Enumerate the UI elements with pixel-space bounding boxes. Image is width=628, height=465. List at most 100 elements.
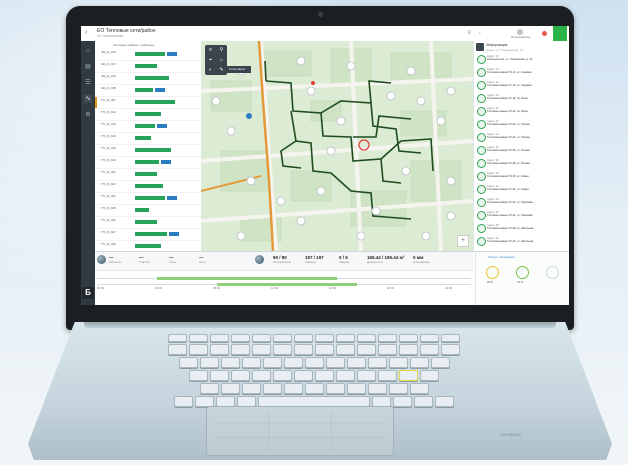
stat-item: 165.44 / 165.44 м³ Длина сети [367, 255, 404, 264]
map-tool-icon[interactable]: ⚲ [216, 45, 227, 55]
list-item[interactable]: ЭЦ_01_017 [95, 61, 201, 73]
info-panel: Информация Адрес: ул. Ломоносова, 12 Адр… [473, 41, 569, 251]
key [220, 357, 240, 368]
info-list-item[interactable]: Адрес: 22 Тепловая камера ТК-22, ул. Лесн… [474, 118, 569, 131]
key [199, 357, 219, 368]
heat-pipe [265, 80, 402, 184]
list-item[interactable]: ТП_01_023 [95, 181, 201, 193]
key [262, 357, 282, 368]
info-list-item[interactable]: Адрес: 30 Тепловая камера ТК-30, ул. Нова… [474, 170, 569, 183]
key [409, 357, 429, 368]
list-item[interactable]: ТП_01_024 [95, 193, 201, 205]
list-item[interactable]: ТП_01_007 [95, 97, 201, 109]
list-item[interactable]: ТП_01_025 [95, 205, 201, 217]
notification-icon[interactable] [542, 31, 547, 36]
map-tool-icon[interactable]: ◐ [205, 65, 216, 75]
map-tool-icon[interactable]: ✎ [216, 65, 227, 75]
side-nav: ⌂ ▤ ☰ ∿ ⚙ Б [81, 41, 95, 305]
status-circle-icon [477, 185, 486, 194]
list-item[interactable]: ЭЦ_01_005 [95, 85, 201, 97]
status-circle-icon [477, 94, 486, 103]
info-list-item[interactable]: Адрес: 14 Тепловая камера ТК-14, ул. Садо… [474, 66, 569, 79]
info-list-item[interactable]: Адрес: 34 Тепловая камера ТК-34, ул. Парк… [474, 196, 569, 209]
key [273, 370, 292, 381]
map-toolbar: ≡ ⚲ ⌖ ⌂ ◐ ✎ [205, 45, 227, 75]
timeline-label: 04:00 [155, 286, 162, 290]
timeline-range[interactable] [157, 277, 337, 280]
numberpad-grid [215, 411, 385, 451]
search-icon[interactable]: ⚲ [467, 30, 471, 36]
info-list-item[interactable]: Адрес: 38 Тепловая камера ТК-38, ул. Школ… [474, 222, 569, 235]
usage-bar [169, 232, 179, 236]
map-node-marker [296, 216, 306, 226]
list-item[interactable]: ТП_01_026 [95, 217, 201, 229]
info-title: Информация [486, 43, 508, 47]
list-item-label: ТП_01_025 [101, 206, 116, 210]
stat-label: Объекты [109, 260, 122, 264]
list-item[interactable]: ЭЦ_01_011 [95, 73, 201, 85]
back-arrow-icon[interactable]: ‹ [85, 29, 87, 36]
info-list-item[interactable]: Адрес: 24 Тепловая камера ТК-24, ул. Лесн… [474, 131, 569, 144]
info-icon [476, 43, 484, 51]
info-list-item[interactable]: Адрес: 36 Тепловая камера ТК-36, ул. Парк… [474, 209, 569, 222]
info-list-item[interactable]: Адрес: 28 Тепловая камера ТК-28, ул. Речн… [474, 157, 569, 170]
list-item[interactable]: ТП_01_012 [95, 109, 201, 121]
info-list-item[interactable]: Адрес: 12 Котельная №1, ул. Ломоносова, д… [474, 53, 569, 66]
location-marker [246, 113, 252, 119]
info-list-item[interactable]: Адрес: 26 Тепловая камера ТК-26, ул. Речн… [474, 144, 569, 157]
info-list-item[interactable]: Адрес: 40 Тепловая камера ТК-40, ул. Школ… [474, 235, 569, 248]
stat-item: 0 мм Отклонение [413, 255, 430, 264]
list-item[interactable]: ТП_01_018 [95, 145, 201, 157]
map-node-marker [446, 211, 456, 221]
nav-settings-icon[interactable]: ⚙ [84, 111, 92, 119]
map-node-marker [446, 176, 456, 186]
selection-marker [95, 97, 97, 108]
key [388, 357, 408, 368]
key [336, 344, 355, 355]
map-tooltip: Слои карты [227, 66, 251, 73]
list-item[interactable]: ТП_01_014 [95, 121, 201, 133]
list-item[interactable]: ТП_01_016 [95, 133, 201, 145]
info-list-item[interactable]: Адрес: 16 Тепловая камера ТК-16, ул. Садо… [474, 79, 569, 92]
list-item[interactable]: ТП_01_019 [95, 157, 201, 169]
app-subtitle: Ул. Ломоносова [97, 34, 123, 38]
list-item-label: ТП_01_023 [101, 182, 116, 186]
key [420, 370, 439, 381]
key [367, 383, 387, 394]
item-text: Тепловая камера ТК-40, ул. Школьная [487, 240, 534, 243]
info-list-item[interactable]: Адрес: 18 Тепловая камера ТК-18, пр. Мира [474, 92, 569, 105]
gauge-icon [516, 266, 529, 279]
map-tool-icon[interactable]: ≡ [205, 45, 216, 55]
timeline[interactable]: 00:00 04:00 08:00 12:00 16:00 20:00 24:00 [97, 274, 471, 294]
list-item[interactable]: ТП_01_021 [95, 169, 201, 181]
nav-list-icon[interactable]: ☰ [84, 79, 92, 87]
stat-label: Отклонение [413, 260, 430, 264]
map-tool-icon[interactable]: ⌖ [205, 55, 216, 65]
info-list-item[interactable]: Адрес: 20 Тепловая камера ТК-20, пр. Мира [474, 105, 569, 118]
list-item-label: ТП_01_012 [101, 110, 116, 114]
list-item[interactable]: ЭЦ_01_022 [95, 49, 201, 61]
status-circle-icon [477, 120, 486, 129]
list-item[interactable]: ТП_01_027 [95, 229, 201, 241]
key [378, 334, 397, 342]
key [346, 357, 366, 368]
nav-chart-icon[interactable]: ∿ [84, 95, 92, 103]
info-list-item[interactable]: Адрес: 32 Тепловая камера ТК-32, ул. Нова… [474, 183, 569, 196]
item-text: Тепловая камера ТК-28, ул. Речная [487, 162, 530, 165]
key [336, 370, 355, 381]
usage-bar [135, 232, 167, 236]
user-menu[interactable]: Пользователь [511, 29, 530, 39]
action-button[interactable] [553, 26, 567, 41]
status-circle-icon [477, 133, 486, 142]
nav-layers-icon[interactable]: ⌂ [84, 47, 92, 55]
key [294, 370, 313, 381]
timeline-range[interactable] [217, 283, 357, 286]
map-tool-icon[interactable]: ⌂ [216, 55, 227, 65]
item-text: Котельная №1, ул. Ломоносова, д. 12 [487, 58, 533, 61]
usage-bar [135, 64, 157, 68]
zoom-in-button[interactable]: + [457, 235, 469, 247]
map-view[interactable]: ≡ ⚲ ⌖ ⌂ ◐ ✎ Слои карты + [201, 41, 473, 251]
stat-item: — Участки [139, 255, 150, 264]
bell-icon[interactable]: ♪ [479, 30, 482, 36]
nav-document-icon[interactable]: ▤ [84, 63, 92, 71]
